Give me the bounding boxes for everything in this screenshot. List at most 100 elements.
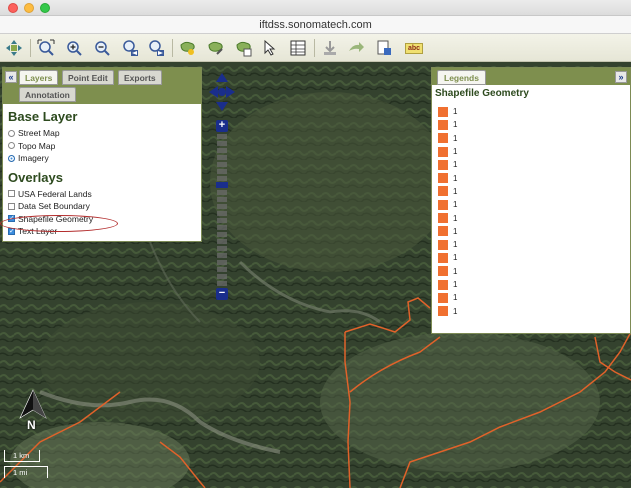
zoom-out-button[interactable]: −	[216, 288, 228, 300]
legend-swatch	[438, 199, 448, 210]
base-layer-imagery[interactable]: Imagery	[8, 152, 196, 165]
scale-bar: 1 km 1 mi	[4, 450, 54, 480]
legend-item-label: 1	[453, 253, 458, 263]
download-icon[interactable]	[320, 38, 340, 58]
tab-layers[interactable]: Layers	[19, 70, 59, 85]
usa-federal-lands-checkbox[interactable]	[8, 190, 15, 198]
zoom-previous-icon[interactable]	[120, 38, 140, 58]
zoom-tick[interactable]	[217, 253, 227, 258]
pan-right-icon[interactable]	[226, 86, 235, 98]
legend-title: Shapefile Geometry	[435, 88, 529, 99]
legend-item-label: 1	[453, 280, 458, 289]
layers-tabstrip: « Layers Point Edit Exports Annotation	[3, 68, 201, 104]
collapse-layers-panel-button[interactable]: «	[5, 71, 17, 83]
add-polygon-icon[interactable]	[178, 38, 198, 58]
zoom-tick[interactable]	[217, 141, 227, 146]
zoom-tick[interactable]	[217, 169, 227, 174]
tab-exports[interactable]: Exports	[118, 70, 162, 85]
legend-swatch	[438, 173, 448, 184]
tab-point-edit[interactable]: Point Edit	[62, 70, 114, 85]
zoom-slider-handle[interactable]	[216, 182, 228, 188]
tab-legends[interactable]: Legends	[437, 70, 486, 85]
legend-item: 1	[432, 132, 630, 145]
zoom-tick[interactable]	[217, 162, 227, 167]
imagery-radio[interactable]	[8, 154, 15, 162]
zoom-tick[interactable]	[217, 190, 227, 195]
zoom-tick[interactable]	[217, 281, 227, 286]
legend-swatch	[438, 279, 448, 290]
zoom-tick[interactable]	[217, 218, 227, 223]
overlay-usa-federal-lands[interactable]: USA Federal Lands	[8, 188, 196, 201]
legend-swatch	[438, 186, 448, 197]
pan-control	[208, 72, 236, 112]
minimize-window-button[interactable]	[24, 3, 34, 13]
legend-item-label: 1	[453, 240, 458, 250]
legend-item-label: 1	[453, 133, 458, 143]
legend-item: 1	[432, 185, 630, 198]
zoom-out-icon[interactable]	[92, 38, 112, 58]
legend-item-label: 1	[453, 120, 458, 130]
legend-item: 1	[432, 265, 630, 278]
zoom-in-button[interactable]: +	[216, 120, 228, 132]
zoom-tick[interactable]	[217, 246, 227, 251]
edit-polygon-icon[interactable]	[206, 38, 226, 58]
zoom-tick[interactable]	[217, 176, 227, 181]
window-titlebar	[0, 0, 631, 16]
zoom-tick[interactable]	[217, 211, 227, 216]
zoom-in-icon[interactable]	[64, 38, 84, 58]
print-icon[interactable]	[374, 38, 394, 58]
overlay-data-set-boundary[interactable]: Data Set Boundary	[8, 200, 196, 213]
topo-map-radio[interactable]	[8, 142, 15, 150]
topo-map-label: Topo Map	[18, 140, 56, 151]
forward-icon[interactable]	[346, 38, 366, 58]
legend-item-label: 1	[453, 293, 458, 303]
pan-down-icon[interactable]	[216, 102, 228, 111]
zoom-tick[interactable]	[217, 134, 227, 139]
legend-swatch	[438, 239, 448, 250]
base-layer-topo-map[interactable]: Topo Map	[8, 140, 196, 153]
legend-item: 1	[432, 158, 630, 171]
legend-item: 1	[432, 211, 630, 224]
address-bar[interactable]: iftdss.sonomatech.com	[0, 16, 631, 34]
overlay-text-layer[interactable]: ✓ Text Layer	[8, 225, 196, 238]
zoom-tick[interactable]	[217, 204, 227, 209]
overlay-shapefile-geometry[interactable]: ✓ Shapefile Geometry	[8, 213, 196, 226]
zoom-tick[interactable]	[217, 155, 227, 160]
pan-icon[interactable]	[4, 38, 24, 58]
pan-up-icon[interactable]	[216, 73, 228, 82]
tab-annotation[interactable]: Annotation	[19, 87, 76, 102]
text-layer-label: Text Layer	[18, 226, 58, 237]
zoom-tick[interactable]	[217, 274, 227, 279]
pan-left-icon[interactable]	[209, 86, 218, 98]
select-arrow-icon[interactable]	[260, 38, 280, 58]
north-label: N	[27, 418, 36, 432]
zoom-tick[interactable]	[217, 225, 227, 230]
legend-swatch	[438, 306, 448, 317]
zoom-extent-icon[interactable]	[36, 38, 56, 58]
legend-swatch	[438, 133, 448, 144]
attribute-table-icon[interactable]	[288, 38, 308, 58]
zoom-tick[interactable]	[217, 148, 227, 153]
street-map-radio[interactable]	[8, 129, 15, 137]
close-window-button[interactable]	[8, 3, 18, 13]
legend-item: 1	[432, 291, 630, 304]
polygon-table-icon[interactable]	[234, 38, 254, 58]
zoom-slider[interactable]: + −	[216, 120, 228, 300]
zoom-next-icon[interactable]	[146, 38, 166, 58]
legend-item: 1	[432, 171, 630, 184]
text-layer-checkbox[interactable]: ✓	[8, 227, 15, 235]
data-set-boundary-checkbox[interactable]	[8, 202, 15, 210]
base-layer-street-map[interactable]: Street Map	[8, 127, 196, 140]
zoom-tick[interactable]	[217, 232, 227, 237]
shapefile-geometry-checkbox[interactable]: ✓	[8, 215, 15, 223]
collapse-legend-panel-button[interactable]: »	[615, 71, 627, 83]
maximize-window-button[interactable]	[40, 3, 50, 13]
legend-swatch	[438, 252, 448, 263]
zoom-tick[interactable]	[217, 260, 227, 265]
label-abc-icon[interactable]: abc	[402, 38, 426, 58]
zoom-tick[interactable]	[217, 239, 227, 244]
layers-panel: « Layers Point Edit Exports Annotation B…	[2, 67, 202, 242]
zoom-tick[interactable]	[217, 267, 227, 272]
zoom-tick[interactable]	[217, 197, 227, 202]
legend-swatch	[438, 213, 448, 224]
